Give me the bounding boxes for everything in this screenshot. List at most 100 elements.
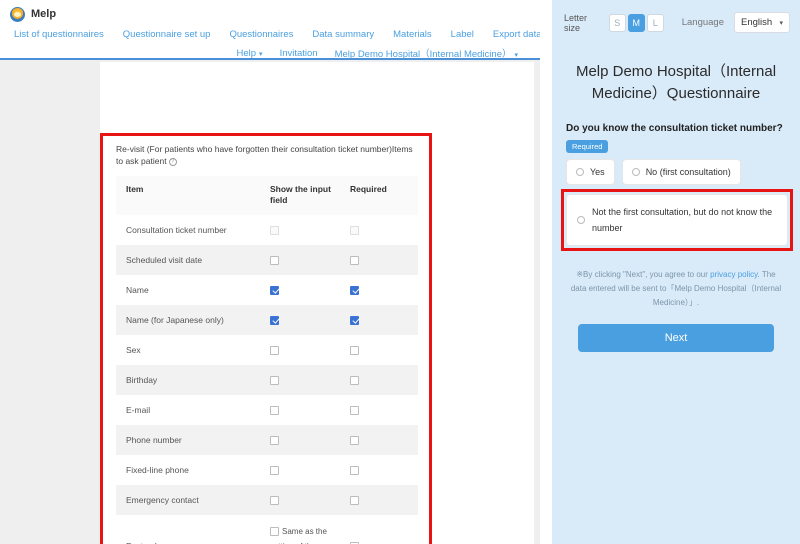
panel-title-text: Re-visit (For patients who have forgotte…	[116, 144, 413, 167]
option-no-first-consultation[interactable]: No (first consultation)	[621, 158, 741, 185]
required-checkbox[interactable]	[350, 405, 359, 415]
show-cell	[264, 304, 344, 335]
show-cell: Same as the setting of the address	[264, 514, 344, 544]
nav-data-summary[interactable]: Data summary	[312, 29, 374, 40]
nav-help[interactable]: Help ▾	[237, 48, 263, 59]
language-selected-value: English	[741, 17, 773, 28]
required-checkbox[interactable]	[350, 345, 359, 355]
required-cell	[344, 394, 418, 425]
required-checkbox[interactable]	[350, 435, 359, 445]
nav-account-menu[interactable]: Melp Demo Hospital（Internal Medicine） ▾	[335, 46, 518, 60]
required-cell	[344, 274, 418, 305]
required-checkbox[interactable]	[350, 285, 359, 295]
row-label: Emergency contact	[116, 484, 264, 515]
table-row: Fixed-line phone	[116, 454, 418, 485]
app-window: Melp List of questionnaires Questionnair…	[0, 0, 800, 544]
show-cell	[264, 424, 344, 455]
show-cell	[264, 454, 344, 485]
next-button[interactable]: Next	[578, 323, 774, 352]
row-label: Birthday	[116, 364, 264, 395]
nav-export-data[interactable]: Export data	[493, 29, 540, 40]
items-table-body: Consultation ticket number Scheduled vis…	[116, 214, 418, 544]
nav-questionnaires[interactable]: Questionnaires	[229, 29, 293, 40]
panel-title: Re-visit (For patients who have forgotte…	[106, 139, 426, 176]
option-no-label: No (first consultation)	[645, 166, 731, 177]
brand[interactable]: Melp	[10, 4, 530, 24]
table-row: Name (for Japanese only)	[116, 304, 418, 335]
row-label: Phone number	[116, 424, 264, 455]
same-as-address-option[interactable]: Same as the setting of the address	[270, 527, 327, 544]
required-cell	[344, 514, 418, 544]
show-checkbox[interactable]	[270, 285, 279, 295]
required-cell	[344, 454, 418, 485]
show-checkbox[interactable]	[270, 225, 279, 235]
show-cell	[264, 394, 344, 425]
consent-part1: ※By clicking "Next", you agree to our	[576, 269, 711, 279]
show-checkbox[interactable]	[270, 435, 279, 445]
required-cell	[344, 424, 418, 455]
consent-text: ※By clicking "Next", you agree to our pr…	[552, 246, 800, 310]
table-row: Phone number	[116, 424, 418, 455]
required-checkbox[interactable]	[350, 255, 359, 265]
show-cell	[264, 364, 344, 395]
top-navigation-bar: Melp List of questionnaires Questionnair…	[0, 0, 540, 60]
question-text: Do you know the consultation ticket numb…	[566, 122, 783, 134]
nav-questionnaire-set-up[interactable]: Questionnaire set up	[123, 29, 211, 40]
nav-invitation[interactable]: Invitation	[280, 48, 318, 59]
content-area: Re-visit (For patients who have forgotte…	[0, 60, 540, 544]
row-label: Name (for Japanese only)	[116, 304, 264, 335]
option-not-first-unknown-number[interactable]: Not the first consultation, but do not k…	[566, 193, 788, 246]
row-label: Consultation ticket number	[116, 214, 264, 245]
show-checkbox[interactable]	[270, 495, 279, 505]
nav-label[interactable]: Label	[451, 29, 474, 40]
secondary-nav: Help ▾ Invitation Melp Demo Hospital（Inte…	[10, 40, 530, 61]
show-checkbox[interactable]	[270, 465, 279, 475]
row-label: Name	[116, 274, 264, 305]
required-cell	[344, 244, 418, 275]
preview-pane: Letter size S M L Language English ▾ Mel…	[540, 0, 800, 544]
option-not-first-label: Not the first consultation, but do not k…	[592, 206, 773, 233]
show-checkbox[interactable]	[270, 405, 279, 415]
nav-list-of-questionnaires[interactable]: List of questionnaires	[14, 29, 104, 40]
chevron-down-icon: ▾	[259, 50, 263, 58]
show-cell	[264, 214, 344, 245]
letter-size-l-button[interactable]: L	[646, 13, 664, 32]
answer-options-row: Yes No (first consultation)	[552, 154, 800, 185]
option-yes-label: Yes	[590, 166, 605, 177]
same-as-address-checkbox[interactable]	[270, 526, 279, 536]
nav-materials[interactable]: Materials	[393, 29, 432, 40]
privacy-policy-link[interactable]: privacy policy	[710, 270, 757, 279]
question-mark-icon[interactable]: ?	[168, 158, 177, 167]
radio-icon	[577, 215, 585, 224]
row-label: Postcode	[116, 514, 264, 544]
language-select[interactable]: English ▾	[734, 12, 790, 33]
show-checkbox[interactable]	[270, 345, 279, 355]
preview-title: Melp Demo Hospital（Internal Medicine）Que…	[575, 63, 777, 102]
column-header-item: Item	[116, 175, 264, 215]
admin-pane: Melp List of questionnaires Questionnair…	[0, 0, 540, 544]
letter-size-m-button[interactable]: M	[627, 13, 645, 32]
column-header-required: Required	[344, 175, 418, 215]
melp-logo-icon	[10, 6, 25, 22]
option-yes[interactable]: Yes	[566, 158, 615, 185]
letter-size-group: S M L	[608, 13, 664, 32]
required-checkbox[interactable]	[350, 465, 359, 475]
show-cell	[264, 484, 344, 515]
chevron-down-icon: ▾	[514, 52, 518, 59]
nav-help-label: Help	[236, 47, 257, 59]
show-checkbox[interactable]	[270, 315, 279, 325]
chevron-down-icon: ▾	[779, 19, 783, 27]
table-row: Birthday	[116, 364, 418, 395]
required-checkbox[interactable]	[350, 495, 359, 505]
required-checkbox[interactable]	[350, 315, 359, 325]
required-checkbox[interactable]	[350, 375, 359, 385]
row-label: Sex	[116, 334, 264, 365]
table-row: Consultation ticket number	[116, 214, 418, 245]
required-cell	[344, 364, 418, 395]
show-checkbox[interactable]	[270, 375, 279, 385]
letter-size-s-button[interactable]: S	[608, 13, 626, 32]
brand-name: Melp	[31, 8, 57, 20]
required-badge: Required	[566, 139, 609, 153]
required-checkbox[interactable]	[350, 225, 359, 235]
show-checkbox[interactable]	[270, 255, 279, 265]
